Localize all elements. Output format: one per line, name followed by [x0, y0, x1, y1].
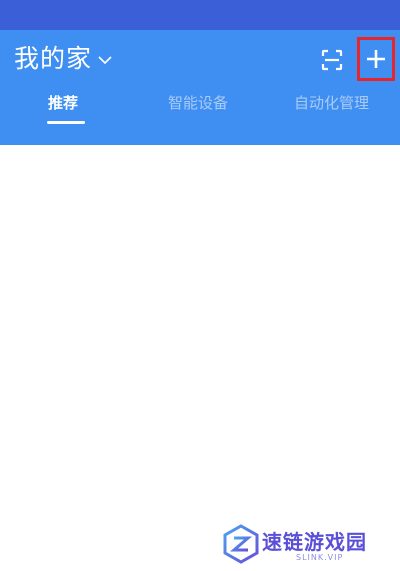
add-device-button[interactable]: [357, 37, 395, 81]
app-header: 我的家 推荐 智能设备 自动化管理: [0, 30, 400, 145]
watermark: 速链游戏园 SLINK.VIP: [200, 518, 400, 571]
content-area: [0, 145, 400, 571]
home-selector[interactable]: 我的家: [14, 44, 112, 74]
watermark-logo-icon: [223, 524, 259, 564]
tab-smart-devices[interactable]: 智能设备: [168, 92, 228, 114]
scan-icon: [321, 49, 343, 71]
tab-automation[interactable]: 自动化管理: [294, 92, 369, 114]
tab-recommend[interactable]: 推荐: [48, 92, 78, 114]
watermark-subtext: SLINK.VIP: [296, 553, 344, 562]
plus-icon: [367, 50, 385, 68]
scan-button[interactable]: [318, 46, 346, 74]
watermark-text: 速链游戏园: [262, 530, 367, 554]
status-bar: [0, 0, 400, 30]
tab-bar: 推荐 智能设备 自动化管理: [0, 92, 400, 132]
chevron-down-icon: [98, 55, 112, 64]
home-title: 我的家: [14, 44, 93, 73]
active-tab-indicator: [47, 121, 85, 124]
